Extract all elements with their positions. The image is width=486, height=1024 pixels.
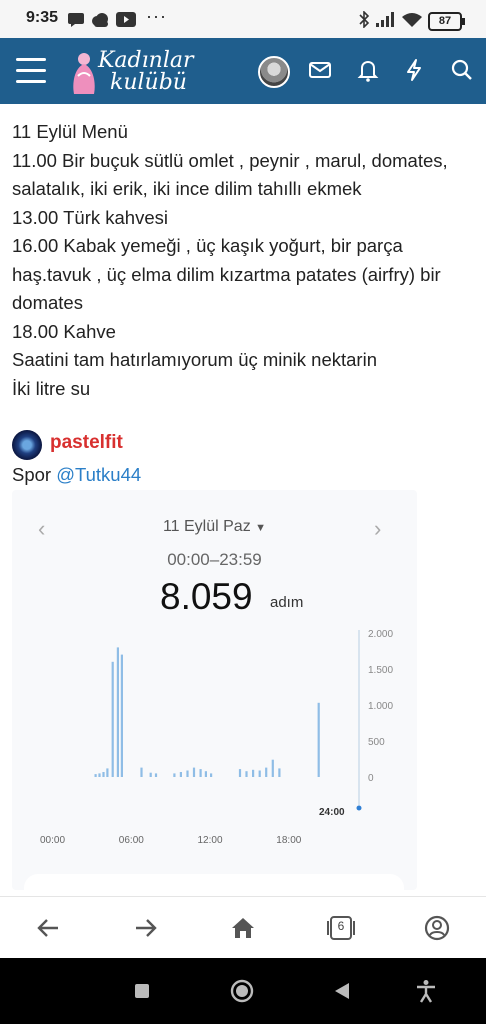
chart-bar (199, 769, 202, 777)
more-notifications-icon: ··· (146, 6, 167, 26)
chart-bar (120, 654, 123, 777)
chart-bar (317, 702, 320, 777)
home-icon[interactable] (229, 914, 257, 942)
chart-bar (238, 769, 242, 777)
chart-end-label: 24:00 (319, 807, 345, 818)
forward-arrow-icon[interactable] (132, 914, 160, 942)
tabs-button[interactable]: 6 (325, 914, 355, 942)
step-unit: adım (270, 594, 304, 611)
system-nav-bar (0, 958, 486, 1024)
logo-figure-icon (73, 53, 95, 94)
tab-count: 6 (337, 919, 345, 933)
chart-bar (179, 772, 182, 777)
y-tick-label: 0 (368, 773, 374, 784)
signal-icon (376, 12, 394, 27)
y-tick-label: 500 (368, 737, 385, 748)
post-line: 13.00 Türk kahvesi (12, 206, 168, 228)
y-tick-label: 1.500 (368, 665, 393, 676)
bell-icon[interactable] (354, 56, 382, 84)
post-line: Saatini tam hatırlamıyorum üç minik nekt… (12, 349, 377, 370)
chart-bar (116, 647, 119, 777)
recents-icon[interactable] (133, 982, 151, 1000)
chart-bars (94, 647, 320, 777)
post-body: 11 Eylül Menü 11.00 Bir buçuk sütlü omle… (12, 118, 474, 403)
search-icon[interactable] (448, 56, 476, 84)
step-chart: 2.000 1.500 1.000 500 0 00:00 06:00 12:00 18:00… (40, 629, 393, 846)
chart-bar (149, 772, 152, 777)
chart-y-ticks: 2.000 1.500 1.000 500 0 (368, 629, 393, 784)
menu-icon[interactable] (16, 58, 46, 84)
message-icon (68, 13, 84, 27)
accessibility-icon[interactable] (415, 979, 437, 1003)
step-time-range: 00:00–23:59 (167, 550, 262, 569)
chart-bar (94, 774, 97, 777)
mail-icon[interactable] (306, 56, 334, 84)
chart-cursor-dot (356, 805, 362, 811)
logo-text: Kadınlar kulübü (98, 50, 194, 94)
back-triangle-icon[interactable] (333, 981, 351, 1001)
browser-bottom-nav: 6 (0, 896, 486, 959)
spor-label: Spor (12, 464, 52, 485)
back-arrow-icon[interactable] (34, 914, 62, 942)
user-avatar[interactable] (258, 56, 290, 88)
signature-username[interactable]: pastelfit (50, 432, 123, 454)
youtube-icon (116, 12, 136, 27)
signature-avatar[interactable] (12, 430, 42, 460)
logo-line-2: kulübü (110, 70, 187, 95)
chart-x-ticks: 00:00 06:00 12:00 18:00 (40, 835, 302, 846)
chart-bar (186, 770, 189, 777)
status-time: 9:35 (26, 9, 59, 26)
bluetooth-icon (359, 11, 370, 28)
chart-bar (102, 772, 105, 777)
site-logo[interactable]: Kadınlar kulübü (68, 46, 208, 98)
battery-indicator: 87 (428, 12, 465, 31)
y-tick-label: 1.000 (368, 701, 393, 712)
lightning-icon[interactable] (400, 56, 428, 84)
post-line: 11.00 Bir buçuk sütlü omlet , peynir , m… (12, 149, 448, 200)
comment-bubble (24, 874, 404, 890)
chart-bar (192, 767, 196, 777)
home-circle-icon[interactable] (230, 979, 254, 1003)
post-line: 18.00 Kahve (12, 320, 116, 342)
chart-bar (154, 773, 158, 777)
cloud-icon (92, 13, 108, 27)
dropdown-icon: ▼ (255, 522, 267, 534)
x-tick-label: 18:00 (276, 835, 301, 846)
x-tick-label: 06:00 (119, 835, 144, 846)
chart-bar (98, 773, 101, 777)
post-line: 11 Eylül Menü (12, 121, 128, 142)
chart-bar (252, 769, 255, 777)
post-line: İki litre su (12, 377, 91, 399)
chart-bar (204, 771, 207, 777)
step-date-text: 11 Eylül Paz (162, 518, 251, 535)
mention-link[interactable]: @Tutku44 (56, 464, 141, 485)
step-count: 8.059 (160, 576, 253, 617)
chart-bar (258, 770, 261, 777)
chart-bar (210, 773, 213, 777)
step-tracker-image[interactable]: ‹ › 11 Eylül Paz ▼ 00:00–23:59 8.059 adı… (12, 490, 417, 890)
account-icon[interactable] (423, 914, 451, 942)
chart-bar (271, 759, 274, 777)
step-date: 11 Eylül Paz ▼ (12, 518, 417, 536)
chart-bar (173, 773, 176, 777)
chart-bar (265, 767, 268, 777)
spor-line: Spor @Tutku44 (12, 464, 141, 486)
chart-bar (245, 771, 248, 777)
x-tick-label: 12:00 (198, 835, 223, 846)
chart-bar (140, 767, 143, 777)
wifi-icon (402, 13, 422, 27)
y-tick-label: 2.000 (368, 629, 393, 640)
post-line: 16.00 Kabak yemeği , üç kaşık yoğurt, bi… (12, 235, 441, 313)
chart-bar (111, 661, 114, 777)
x-tick-label: 00:00 (40, 835, 65, 846)
app-header: Kadınlar kulübü (0, 38, 486, 104)
chart-bar (106, 768, 109, 777)
chart-bar (278, 768, 281, 777)
status-bar: 9:35 ··· 87 (0, 0, 486, 38)
